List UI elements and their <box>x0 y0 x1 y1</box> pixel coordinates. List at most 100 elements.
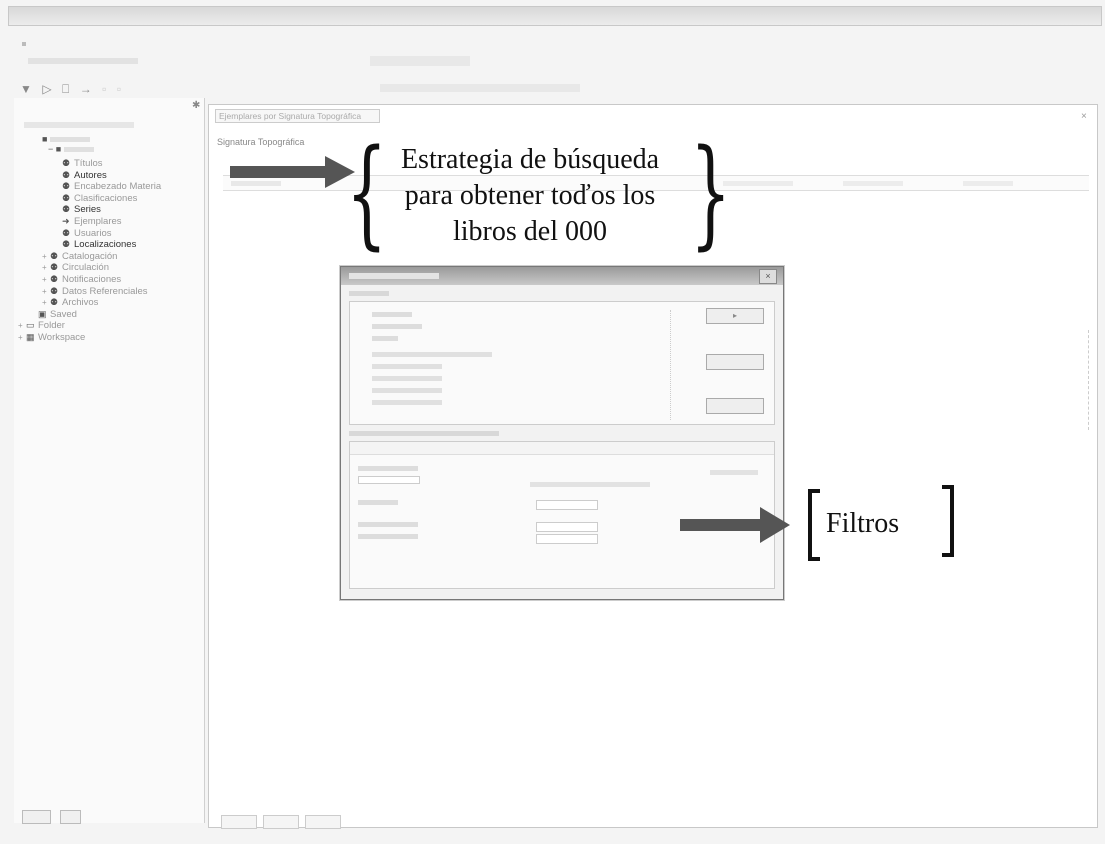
grid-icon[interactable]: ⎕ <box>62 82 69 97</box>
strategy-line-3[interactable] <box>372 336 398 341</box>
tree-item-autores[interactable]: ⚉ Autores <box>18 170 161 182</box>
strategy-line-6[interactable] <box>372 376 442 381</box>
pane-bottom-tabs <box>22 810 87 824</box>
arrow-icon: ➜ <box>62 215 70 226</box>
filter-row-1[interactable] <box>358 466 418 471</box>
dialog-close-button[interactable]: × <box>759 269 777 284</box>
tree-item-usuarios[interactable]: ⚉ Usuarios <box>18 228 161 240</box>
filter-value-1[interactable] <box>530 482 650 487</box>
tree-item-datos-referenciales[interactable]: + ⚉ Datos Referenciales <box>18 286 161 298</box>
blank-icon[interactable]: ▫ <box>102 82 106 96</box>
blank-icon-2[interactable]: ▫ <box>117 82 121 96</box>
bottom-tab-1[interactable] <box>221 815 257 829</box>
tree-item-label: Localizaciones <box>74 239 137 251</box>
navigation-pane: ✱ ■ − ■ ⚉ Títulos ⚉ Autores ⚉ Encabezado Mate… <box>14 98 205 824</box>
toolbar-faint-group-2 <box>380 84 580 92</box>
tree-item-workspace[interactable]: + ▦ Workspace <box>18 332 161 344</box>
tree-item-catalogaci-n[interactable]: + ⚉ Catalogación <box>18 251 161 263</box>
filters-right-bracket-top <box>942 485 954 489</box>
strategy-line-2[interactable] <box>372 324 422 329</box>
pin-icon[interactable]: ✱ <box>192 100 200 111</box>
strategy-scrollbar[interactable] <box>670 310 675 420</box>
strategy-line: Estrategia de búsqueda <box>400 144 660 175</box>
tree-item-encabezado-materia[interactable]: ⚉ Encabezado Materia <box>18 181 161 193</box>
expand-icon[interactable]: + <box>42 275 50 286</box>
filter-input-1[interactable] <box>358 476 420 484</box>
filters-left-bracket-top <box>808 489 820 493</box>
scrollbar[interactable] <box>1088 330 1097 430</box>
expand-icon[interactable]: + <box>42 263 50 274</box>
expand-icon[interactable]: + <box>18 333 26 344</box>
bottom-tab-2[interactable] <box>263 815 299 829</box>
strategy-line-8[interactable] <box>372 400 442 405</box>
play-icon[interactable]: ▷ <box>42 82 51 96</box>
section-title: Signatura Topográfica <box>217 137 305 147</box>
tree-item-label: Saved <box>50 308 77 320</box>
strategy-line-5[interactable] <box>372 364 442 369</box>
expand-icon[interactable]: + <box>42 287 50 298</box>
strategy-line-4[interactable] <box>372 352 492 357</box>
tree-item-ejemplares[interactable]: ➜ Ejemplares <box>18 216 161 228</box>
filters-left-bracket <box>808 489 812 561</box>
tree-item-archivos[interactable]: + ⚉ Archivos <box>18 297 161 309</box>
toolbar-faint-group <box>370 56 470 66</box>
tree-item-circulaci-n[interactable]: + ⚉ Circulación <box>18 262 161 274</box>
binoculars-icon: ⚉ <box>62 192 71 203</box>
filter-value-4[interactable] <box>536 534 598 544</box>
pane-tab-1[interactable] <box>22 810 52 824</box>
tree-item-label: Archivos <box>62 297 99 309</box>
filter-value-2[interactable] <box>536 500 598 510</box>
tree-item-folder[interactable]: + ▭ Folder <box>18 320 161 332</box>
filter-value-3[interactable] <box>536 522 598 532</box>
strategy-line: libros del 000 <box>453 216 607 247</box>
tree-item-t-tulos[interactable]: ⚉ Títulos <box>18 158 161 170</box>
grid-col-2[interactable] <box>723 181 793 186</box>
binoculars-icon: ⚉ <box>62 239 71 250</box>
forward-icon[interactable]: → <box>80 82 92 96</box>
grid-col-3[interactable] <box>843 181 903 186</box>
grid-col-4[interactable] <box>963 181 1013 186</box>
strategy-line-1[interactable] <box>372 312 412 317</box>
dialog-section-label-1 <box>349 291 389 296</box>
tree-item-saved[interactable]: ▣ Saved <box>18 309 161 321</box>
tree-item-notificaciones[interactable]: + ⚉ Notificaciones <box>18 274 161 286</box>
add-button[interactable]: ▸ <box>706 308 764 324</box>
filter-row-4[interactable] <box>358 534 418 539</box>
binoculars-icon: ⚉ <box>62 169 71 180</box>
pane-tab-2[interactable] <box>59 810 82 824</box>
bottom-tab-3[interactable] <box>305 815 341 829</box>
binoculars-icon: ⚉ <box>62 204 71 215</box>
filters-left-bracket-bottom <box>808 557 820 561</box>
filter-row-3[interactable] <box>358 522 418 527</box>
tree-node-parent[interactable]: − ■ <box>48 144 94 154</box>
strategy-line: para obtener toďos los <box>404 180 656 211</box>
expand-icon[interactable]: + <box>42 252 50 263</box>
toolbar: ▼ ▷ ⎕ → ▫ ▫ <box>20 80 720 98</box>
tree-item-label: Folder <box>38 320 65 332</box>
expand-icon[interactable]: + <box>42 298 50 309</box>
tree-item-label: Notificaciones <box>62 273 122 285</box>
tree-item-label: Encabezado Materia <box>74 181 162 193</box>
search-strategy-group: ▸ <box>349 301 775 425</box>
tree-item-series[interactable]: ⚉ Series <box>18 204 161 216</box>
expand-icon[interactable]: + <box>18 321 26 332</box>
filter-icon[interactable]: ▼ <box>20 82 32 96</box>
dialog-title-text <box>349 273 439 279</box>
close-icon[interactable]: × <box>1081 111 1087 122</box>
strategy-annotation: Estrategia de búsqueda para obtener toďo… <box>370 142 690 250</box>
filter-row-2[interactable] <box>358 500 398 505</box>
strategy-right-bracket: } <box>690 123 732 261</box>
tree-item-localizaciones[interactable]: ⚉ Localizaciones <box>18 239 161 251</box>
tree-item-label: Ejemplares <box>74 215 122 227</box>
tree-item-clasificaciones[interactable]: ⚉ Clasificaciones <box>18 193 161 205</box>
strategy-line-7[interactable] <box>372 388 442 393</box>
tree-item-label: Circulación <box>62 262 109 274</box>
dialog-title-bar: × <box>341 267 783 285</box>
filter-option[interactable] <box>710 470 758 475</box>
tree-node-root[interactable]: ■ <box>42 134 90 144</box>
tree-item-label: Workspace <box>38 331 86 343</box>
remove-button[interactable] <box>706 398 764 414</box>
document-tab[interactable]: Ejemplares por Signatura Topográfica <box>215 109 380 123</box>
edit-button[interactable] <box>706 354 764 370</box>
binoculars-icon: ⚉ <box>50 273 59 284</box>
